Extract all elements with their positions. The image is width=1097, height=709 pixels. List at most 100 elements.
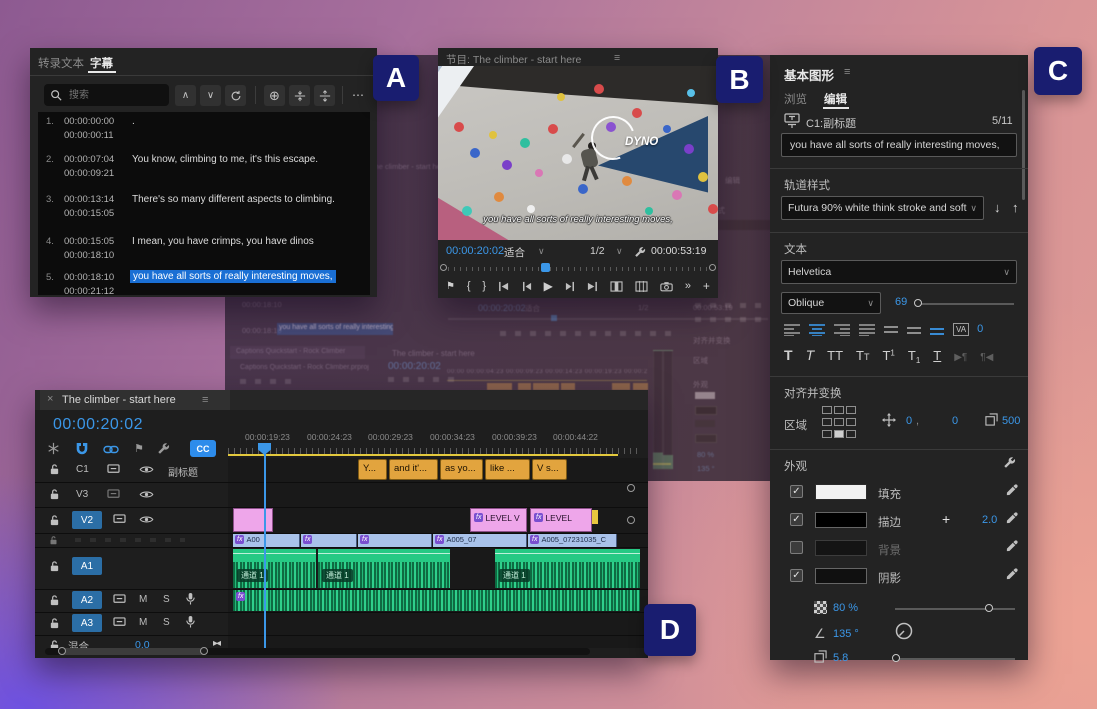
- background-checkbox[interactable]: [790, 541, 803, 554]
- scrollbar[interactable]: [1022, 90, 1025, 200]
- position-y-value[interactable]: 0: [952, 415, 958, 427]
- step-forward-icon[interactable]: [565, 281, 576, 292]
- go-to-in-icon[interactable]: [498, 281, 509, 292]
- background-swatch[interactable]: [815, 540, 867, 556]
- audio-clip[interactable]: 通道 1: [318, 549, 450, 588]
- bottom-align-icon[interactable]: [930, 323, 945, 336]
- toggle-output-eye-icon[interactable]: [139, 515, 154, 524]
- caption-row-text[interactable]: .: [132, 116, 135, 127]
- panel-menu-icon[interactable]: ≡: [202, 394, 208, 406]
- resolution-dropdown[interactable]: 1/2: [590, 245, 605, 257]
- lock-icon[interactable]: [49, 617, 60, 630]
- export-frame-icon[interactable]: [660, 281, 673, 292]
- caption-row-text[interactable]: You know, climbing to me, it's this esca…: [132, 154, 318, 165]
- level-clip[interactable]: fxLEVEL V: [470, 508, 527, 532]
- source-patch-icon[interactable]: [113, 617, 126, 628]
- caption-text-input[interactable]: [788, 138, 1010, 152]
- small-caps-icon[interactable]: TT: [856, 348, 869, 363]
- level-clip[interactable]: fxLEVEL: [530, 508, 592, 532]
- scroll-handle[interactable]: [200, 647, 208, 655]
- shadow-opacity-knob[interactable]: [985, 604, 993, 612]
- align-center-icon[interactable]: [809, 323, 826, 336]
- chevron-down-icon[interactable]: ∨: [538, 246, 545, 257]
- source-patch-icon[interactable]: [113, 514, 126, 525]
- angle-dial[interactable]: [895, 622, 913, 640]
- next-caption-button[interactable]: ∨: [200, 85, 221, 106]
- shadow-distance-knob[interactable]: [892, 654, 900, 662]
- mute-button[interactable]: M: [139, 594, 147, 605]
- search-box[interactable]: [44, 84, 169, 106]
- paragraph-rtl-icon[interactable]: ¶◀: [980, 352, 993, 363]
- position-x-value[interactable]: 0: [906, 415, 912, 427]
- video-clip[interactable]: fxA00: [233, 534, 300, 547]
- stroke-width-value[interactable]: 2.0: [982, 514, 997, 526]
- shadow-angle-value[interactable]: 135 °: [833, 628, 859, 640]
- close-tab-icon[interactable]: ×: [47, 393, 53, 405]
- font-family-dropdown[interactable]: Helvetica ∨: [781, 260, 1017, 284]
- linked-selection-icon[interactable]: [103, 445, 119, 454]
- graphic-clip[interactable]: [233, 508, 273, 532]
- track-a3-chip[interactable]: A3: [72, 614, 102, 632]
- font-style-dropdown[interactable]: Oblique ∨: [781, 292, 881, 314]
- fill-checkbox[interactable]: ✓: [790, 485, 803, 498]
- justify-icon[interactable]: [859, 323, 876, 336]
- video-clip[interactable]: fx: [301, 534, 357, 547]
- scale-value[interactable]: 500: [1002, 415, 1020, 427]
- align-left-icon[interactable]: [784, 323, 801, 336]
- add-stroke-button[interactable]: +: [942, 511, 950, 527]
- caption-clip[interactable]: as yo...: [440, 459, 483, 480]
- chevron-down-icon[interactable]: ∨: [616, 246, 623, 257]
- appearance-settings-icon[interactable]: [1003, 456, 1016, 469]
- refresh-button[interactable]: [225, 85, 246, 106]
- timeline-timecode[interactable]: 00:00:20:02: [53, 416, 143, 434]
- prev-caption-button[interactable]: ∧: [175, 85, 196, 106]
- more-options-button[interactable]: ⋯: [352, 88, 364, 102]
- subscript-icon[interactable]: T1: [908, 348, 920, 365]
- audio-clip[interactable]: 通道 1: [495, 549, 640, 588]
- faux-bold-icon[interactable]: T: [784, 347, 793, 363]
- fill-eyedropper-icon[interactable]: [1006, 484, 1018, 496]
- caption-clip[interactable]: Y...: [358, 459, 387, 480]
- paragraph-ltr-icon[interactable]: ▶¶: [954, 352, 967, 363]
- track-a1-chip[interactable]: A1: [72, 557, 102, 575]
- track-a2-chip[interactable]: A2: [72, 591, 102, 609]
- lock-icon[interactable]: [49, 514, 60, 527]
- lock-icon[interactable]: [49, 560, 60, 573]
- caption-clip[interactable]: and it'...: [389, 459, 438, 480]
- mark-in-icon[interactable]: {: [467, 280, 471, 292]
- extract-icon[interactable]: [635, 281, 648, 292]
- video-clip[interactable]: fxA005_07231035_C: [528, 534, 617, 547]
- timeline-tab[interactable]: × The climber - start here ≡: [40, 390, 230, 410]
- solo-button[interactable]: S: [163, 594, 170, 605]
- stroke-eyedropper-icon[interactable]: [1006, 512, 1018, 524]
- fill-swatch[interactable]: [815, 484, 867, 500]
- zone-grid[interactable]: [822, 405, 866, 441]
- mark-out-icon[interactable]: }: [482, 280, 486, 292]
- align-right-icon[interactable]: [834, 323, 851, 336]
- horizontal-scroll-thumb[interactable]: [60, 648, 205, 655]
- stroke-swatch[interactable]: [815, 512, 867, 528]
- caption-row-text[interactable]: There's so many different aspects to cli…: [132, 194, 335, 205]
- shadow-eyedropper-icon[interactable]: [1006, 568, 1018, 580]
- track-style-dropdown[interactable]: Futura 90% white think stroke and soft .…: [781, 196, 984, 220]
- lock-icon[interactable]: [49, 594, 60, 607]
- panel-menu-icon[interactable]: ≡: [614, 52, 620, 64]
- solo-button[interactable]: S: [163, 617, 170, 628]
- add-caption-button[interactable]: ⊕: [264, 85, 285, 106]
- audio-clip[interactable]: fx: [233, 590, 640, 611]
- tab-edit[interactable]: 编辑: [824, 91, 847, 107]
- track-height-handle[interactable]: [627, 516, 635, 524]
- top-align-icon[interactable]: [884, 323, 899, 336]
- play-icon[interactable]: ▶: [544, 279, 553, 293]
- audio-clip[interactable]: 通道 1: [233, 549, 316, 588]
- nest-snap-icon[interactable]: [47, 442, 60, 455]
- lift-icon[interactable]: [610, 281, 623, 292]
- source-patch-icon[interactable]: [107, 464, 120, 475]
- lock-icon[interactable]: [49, 488, 60, 501]
- fit-dropdown[interactable]: 适合: [504, 245, 525, 260]
- caption-clip-name[interactable]: C1:副标题: [806, 115, 856, 131]
- captions-menu-button[interactable]: CC: [190, 440, 216, 457]
- source-patch-icon[interactable]: [107, 489, 120, 500]
- shadow-distance-slider[interactable]: [895, 658, 1015, 660]
- monitor-timecode[interactable]: 00:00:20:02: [446, 245, 504, 257]
